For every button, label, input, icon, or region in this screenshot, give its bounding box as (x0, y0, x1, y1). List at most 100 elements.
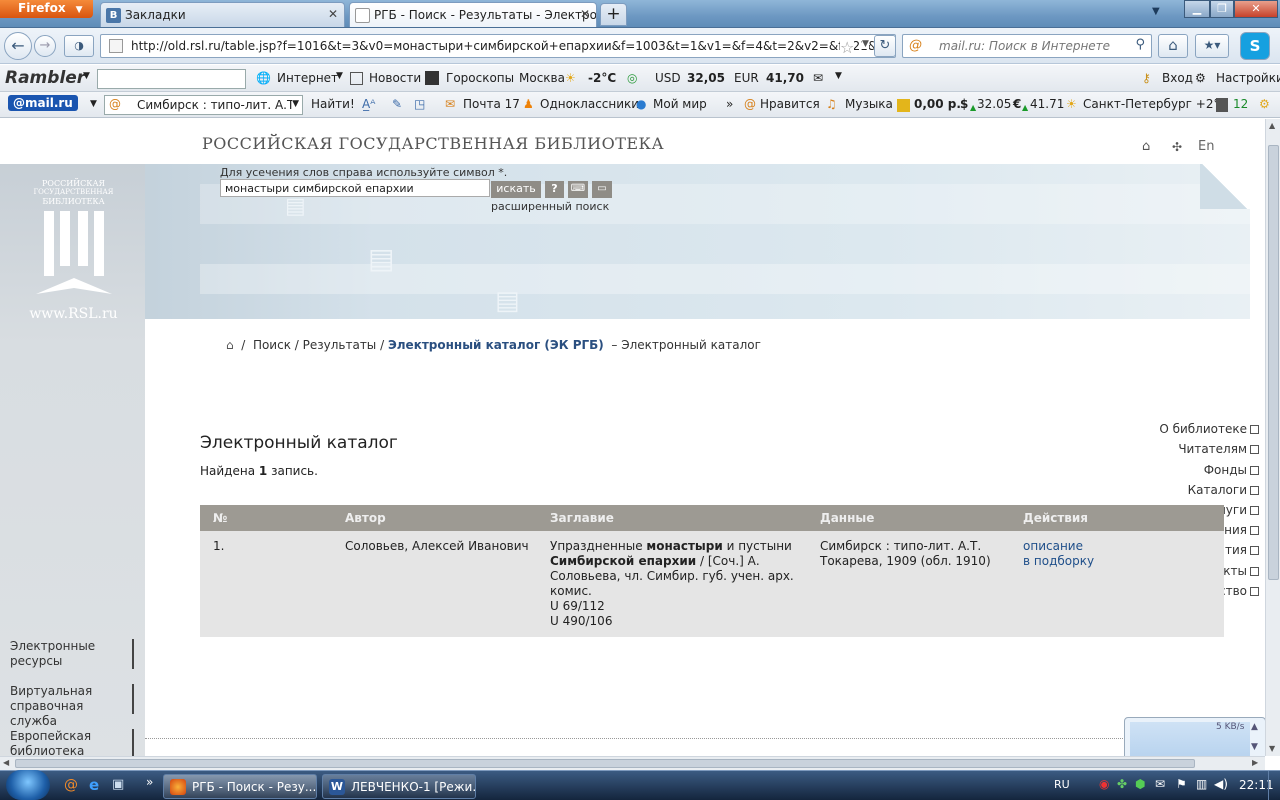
taskbar-item-word[interactable]: W ЛЕВЧЕНКО-1 [Режи... (322, 774, 476, 799)
search-bar[interactable]: @ mail.ru: Поиск в Интернете ⚲ (902, 34, 1152, 58)
chevron-down-icon[interactable]: ▼ (292, 99, 299, 109)
scroll-right-icon[interactable]: ▶ (1252, 758, 1258, 767)
gear-icon[interactable]: ⚙ (1259, 97, 1270, 111)
home-icon[interactable]: ⌂ (226, 338, 234, 352)
mail-envelope-icon[interactable]: ✉ (1155, 777, 1165, 791)
star-icon[interactable]: ☆ (840, 38, 855, 57)
url-bar[interactable]: http://old.rsl.ru/table.jsp?f=1016&t=3&v… (100, 34, 896, 58)
down-arrow-icon[interactable]: ▼ (1251, 742, 1258, 752)
site-search-input[interactable]: монастыри симбирской епархии (220, 179, 490, 197)
add-to-selection-link[interactable]: в подборку (1023, 554, 1094, 568)
windows-start-button[interactable] (6, 770, 50, 800)
home-icon[interactable]: ⌂ (1142, 139, 1150, 154)
minimize-button[interactable]: ▁ (1184, 0, 1210, 18)
tab-bookmarks[interactable]: В Закладки ✕ (100, 2, 345, 27)
close-window-button[interactable]: ✕ (1234, 0, 1278, 18)
addon-icon[interactable]: ◑ (64, 35, 94, 57)
shield-icon[interactable]: ⬢ (1135, 777, 1145, 791)
description-link[interactable]: описание (1023, 539, 1083, 553)
mail-envelope-icon[interactable]: ✉ (813, 71, 823, 85)
skype-icon[interactable]: S (1240, 32, 1270, 60)
euro-value[interactable]: 41.71 (1030, 97, 1064, 111)
mail-link[interactable]: Почта 17 (463, 97, 520, 111)
scroll-left-icon[interactable]: ◀ (3, 758, 9, 767)
home-button[interactable]: ⌂ (1158, 34, 1188, 58)
chevron-down-icon[interactable]: ▼ (90, 99, 97, 109)
ie-icon[interactable]: e (89, 776, 99, 794)
sidebar-box-electronic-resources[interactable]: Электронные ресурсы (8, 639, 134, 669)
chevron-down-icon[interactable]: ▼ (336, 71, 343, 81)
download-speed-widget[interactable]: 5 KB/s ▲ ▼ (1124, 717, 1265, 756)
sidebar-item-funds[interactable]: Фонды (1120, 463, 1265, 477)
mailru-agent-icon[interactable]: @ (64, 777, 78, 793)
sidebar-item-catalogs[interactable]: Каталоги (1120, 483, 1265, 497)
scroll-thumb[interactable] (15, 759, 1195, 768)
vertical-scrollbar[interactable]: ▲ ▼ (1265, 119, 1280, 756)
taskbar-item-firefox[interactable]: РГБ - Поиск - Резу... (163, 774, 317, 799)
opera-icon[interactable]: ◉ (1099, 777, 1109, 791)
language-indicator[interactable]: RU (1054, 778, 1070, 791)
breadcrumb-catalog[interactable]: Электронный каталог (ЭК РГБ) (388, 338, 604, 352)
list-tabs-icon[interactable]: ▼ (1152, 6, 1160, 17)
bookmarks-button[interactable]: ★▾ (1195, 34, 1229, 58)
rambler-logo[interactable]: Rambler (5, 68, 85, 88)
chevron-down-icon[interactable]: ▼ (83, 71, 90, 81)
mailru-logo[interactable]: @mail.ru (8, 95, 78, 111)
highlight-icon[interactable]: ✎ (392, 97, 402, 111)
odnoklassniki-link[interactable]: Одноклассники (540, 97, 639, 111)
firefox-menu-button[interactable]: Firefox ▼ (0, 0, 93, 18)
new-tab-button[interactable]: + (600, 3, 627, 26)
breadcrumb-results[interactable]: Результаты (303, 338, 377, 352)
sidebar-box-european-library[interactable]: Европейская библиотека (8, 729, 134, 756)
horoscopes-link[interactable]: Гороскопы (446, 71, 514, 85)
scroll-down-icon[interactable]: ▼ (1269, 744, 1275, 753)
mailru-search-input[interactable]: @ Симбирск : типо-лит. А.Т. ▼ (104, 95, 303, 115)
reload-button[interactable]: ↻ (874, 35, 896, 57)
money-value[interactable]: 0,00 р. (914, 97, 961, 111)
close-icon[interactable]: ✕ (580, 7, 590, 21)
rsl-logo[interactable]: РОССИЙСКАЯ ГОСУДАРСТВЕННАЯ БИБЛИОТЕКА ww… (26, 179, 121, 322)
scroll-up-icon[interactable]: ▲ (1269, 121, 1275, 130)
breadcrumb-search[interactable]: Поиск (253, 338, 291, 352)
horizontal-scrollbar[interactable]: ◀ ▶ (0, 756, 1265, 770)
music-link[interactable]: Музыка (845, 97, 893, 111)
sidebar-item-readers[interactable]: Читателям (1120, 442, 1265, 456)
clover-icon[interactable]: ✤ (1117, 777, 1127, 791)
restore-button[interactable]: ❐ (1210, 0, 1234, 18)
weather-city[interactable]: Москва (519, 71, 565, 85)
dollar-value[interactable]: 32.05 (977, 97, 1011, 111)
login-link[interactable]: Вход (1162, 71, 1193, 85)
internet-link[interactable]: Интернет (277, 71, 338, 85)
back-button[interactable]: ← (4, 32, 32, 60)
network-icon[interactable]: ▥ (1196, 777, 1207, 791)
scroll-thumb[interactable] (1268, 145, 1279, 580)
rambler-search-input[interactable] (97, 69, 246, 89)
settings-link[interactable]: Настройки (1216, 71, 1280, 85)
search-button[interactable]: искать (491, 181, 541, 198)
overflow-chevron-icon[interactable]: » (726, 97, 733, 111)
overflow-chevron-icon[interactable]: » (146, 775, 153, 789)
chevron-down-icon[interactable]: ▼ (862, 39, 869, 49)
font-size-icon[interactable]: A̲ᴬ (362, 97, 375, 111)
up-arrow-icon[interactable]: ▲ (1251, 722, 1258, 732)
volume-icon[interactable]: ◀) (1214, 777, 1228, 791)
desktop-icon[interactable]: ▣ (112, 777, 124, 792)
traffic-count[interactable]: 12 (1233, 97, 1248, 111)
chevron-down-icon[interactable]: ▼ (835, 71, 842, 81)
help-button[interactable]: ? (545, 181, 564, 198)
keyboard-icon[interactable]: ⌨ (568, 181, 588, 198)
show-desktop-button[interactable] (1268, 771, 1280, 800)
news-link[interactable]: Новости (369, 71, 421, 85)
site-title[interactable]: РОССИЙСКАЯ ГОСУДАРСТВЕННАЯ БИБЛИОТЕКА (202, 134, 664, 153)
folder-icon[interactable]: ▭ (592, 181, 612, 198)
flag-icon[interactable]: ⚑ (1176, 777, 1187, 791)
close-icon[interactable]: ✕ (328, 7, 338, 21)
sidebar-box-virtual-reference[interactable]: Виртуальная справочная служба (8, 684, 134, 728)
find-button[interactable]: Найти! (311, 97, 355, 111)
search-page-icon[interactable]: ◳ (414, 97, 425, 111)
advanced-search-link[interactable]: расширенный поиск (491, 200, 609, 213)
forward-button[interactable]: → (34, 35, 56, 57)
myworld-link[interactable]: Мой мир (653, 97, 707, 111)
weather-link[interactable]: Санкт-Петербург +2°C (1083, 97, 1228, 111)
sidebar-item-about[interactable]: О библиотеке (1120, 422, 1265, 436)
